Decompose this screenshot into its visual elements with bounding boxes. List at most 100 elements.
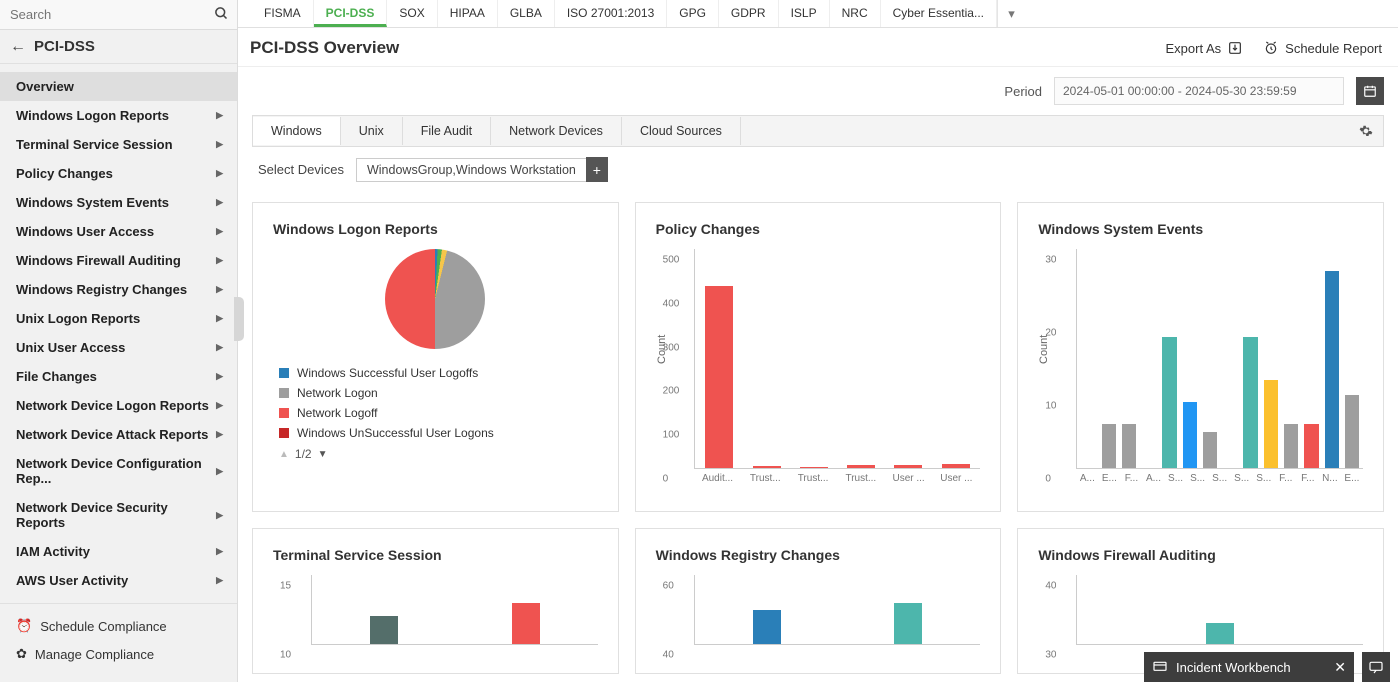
card-title: Terminal Service Session (273, 547, 598, 563)
compliance-tab[interactable]: PCI-DSS (314, 0, 388, 27)
incident-workbench-label: Incident Workbench (1176, 660, 1291, 675)
sidebar-item[interactable]: Policy Changes▶ (0, 159, 237, 188)
compliance-tab[interactable]: NRC (830, 0, 881, 27)
bar (753, 610, 781, 645)
compliance-tabs: FISMAPCI-DSSSOXHIPAAGLBAISO 27001:2013GP… (238, 0, 1398, 28)
sidebar-item-label: File Changes (16, 369, 97, 384)
settings-gear-icon[interactable] (1349, 124, 1383, 138)
compliance-tab[interactable]: ISLP (779, 0, 830, 27)
legend-pager: ▲ 1/2 ▼ (279, 447, 328, 461)
compliance-tab[interactable]: GPG (667, 0, 719, 27)
breadcrumb-title: PCI-DSS (34, 38, 95, 55)
pie-chart (385, 249, 485, 349)
sidebar-nav: Overview Windows Logon Reports▶Terminal S… (0, 64, 237, 603)
sidebar-item[interactable]: Windows Logon Reports▶ (0, 101, 237, 130)
source-tab[interactable]: Network Devices (491, 117, 622, 145)
more-tabs-button[interactable]: ▾ (997, 0, 1025, 27)
sidebar-item-label: Overview (16, 79, 74, 94)
clock-icon: ⏰ (16, 618, 32, 634)
sidebar-item[interactable]: AWS User Activity▶ (0, 566, 237, 595)
device-value[interactable]: WindowsGroup,Windows Workstation (356, 158, 586, 182)
legend-swatch (279, 408, 289, 418)
bar-chart: 1015 (303, 575, 598, 665)
bar (1122, 424, 1136, 468)
chat-button[interactable] (1362, 652, 1390, 682)
period-input[interactable] (1054, 77, 1344, 105)
source-tab[interactable]: Cloud Sources (622, 117, 741, 145)
bar (894, 603, 922, 644)
source-tab[interactable]: Windows (253, 117, 341, 145)
bar (1284, 424, 1298, 468)
sidebar-item[interactable]: IAM Activity▶ (0, 537, 237, 566)
search-icon[interactable] (214, 6, 229, 21)
close-icon[interactable]: ✕ (1334, 659, 1346, 676)
device-selector: WindowsGroup,Windows Workstation + (356, 157, 608, 182)
compliance-tab[interactable]: HIPAA (438, 0, 498, 27)
bar (1345, 395, 1359, 468)
bar (705, 286, 733, 468)
sidebar-item[interactable]: Unix User Access▶ (0, 333, 237, 362)
device-row: Select Devices WindowsGroup,Windows Work… (252, 147, 1384, 188)
pager-down-icon[interactable]: ▼ (318, 449, 328, 460)
sidebar-item[interactable]: Network Device Configuration Rep...▶ (0, 449, 237, 493)
header-actions: Export As Schedule Report (1166, 40, 1382, 56)
incident-workbench-bar[interactable]: Incident Workbench ✕ (1144, 652, 1354, 682)
compliance-tab[interactable]: GDPR (719, 0, 779, 27)
y-tick: 200 (663, 386, 680, 397)
bar (942, 464, 970, 468)
sidebar-item-label: Network Device Logon Reports (16, 398, 209, 413)
sidebar-collapse-handle[interactable] (234, 297, 244, 341)
sidebar-item[interactable]: Windows User Access▶ (0, 217, 237, 246)
card-windows-registry-changes: Windows Registry Changes 4060 (635, 528, 1002, 674)
sidebar-item[interactable]: Windows Firewall Auditing▶ (0, 246, 237, 275)
calendar-button[interactable] (1356, 77, 1384, 105)
legend-item: Network Logoff (279, 403, 494, 423)
sidebar-item[interactable]: Unix Logon Reports▶ (0, 304, 237, 333)
bar (1203, 432, 1217, 468)
compliance-tab[interactable]: SOX (387, 0, 437, 27)
search-input[interactable] (0, 0, 237, 29)
compliance-tab[interactable]: GLBA (498, 0, 555, 27)
bar (1183, 402, 1197, 468)
compliance-tab[interactable]: ISO 27001:2013 (555, 0, 667, 27)
chevron-right-icon: ▶ (216, 197, 223, 208)
bar (1102, 424, 1116, 468)
sidebar-item[interactable]: Terminal Service Session▶ (0, 130, 237, 159)
page-title: PCI-DSS Overview (250, 38, 399, 58)
schedule-report-button[interactable]: Schedule Report (1263, 40, 1382, 56)
y-tick: 40 (663, 650, 674, 661)
x-tick: N... (1319, 473, 1341, 484)
card-windows-system-events: Windows System Events Count0102030A...E.… (1017, 202, 1384, 512)
legend-swatch (279, 428, 289, 438)
chevron-right-icon: ▶ (216, 110, 223, 121)
manage-compliance-link[interactable]: ✿ Manage Compliance (0, 640, 237, 668)
pager-up-icon[interactable]: ▲ (279, 449, 289, 460)
sidebar-item[interactable]: Overview (0, 72, 237, 101)
card-policy-changes: Policy Changes Count0100200300400500Audi… (635, 202, 1002, 512)
sidebar-item[interactable]: Network Device Logon Reports▶ (0, 391, 237, 420)
schedule-compliance-link[interactable]: ⏰ Schedule Compliance (0, 612, 237, 640)
x-tick: S... (1253, 473, 1275, 484)
x-tick: Audit... (699, 473, 737, 484)
y-tick: 500 (663, 255, 680, 266)
sidebar-item[interactable]: Windows System Events▶ (0, 188, 237, 217)
export-as-button[interactable]: Export As (1166, 40, 1244, 56)
source-tab[interactable]: Unix (341, 117, 403, 145)
compliance-tab[interactable]: FISMA (252, 0, 314, 27)
compliance-tab[interactable]: Cyber Essentia... (881, 0, 997, 27)
sidebar-item[interactable]: Network Device Attack Reports▶ (0, 420, 237, 449)
sidebar-item[interactable]: File Changes▶ (0, 362, 237, 391)
back-arrow-icon[interactable]: ← (10, 38, 26, 56)
bar (753, 466, 781, 468)
sidebar-item[interactable]: Network Device Security Reports▶ (0, 493, 237, 537)
sidebar-item[interactable]: Windows Registry Changes▶ (0, 275, 237, 304)
legend-item: Windows UnSuccessful User Logons (279, 423, 494, 443)
x-tick: F... (1275, 473, 1297, 484)
sidebar-item-label: Unix User Access (16, 340, 125, 355)
source-tab[interactable]: File Audit (403, 117, 491, 145)
y-tick: 40 (1045, 581, 1056, 592)
manage-compliance-label: Manage Compliance (35, 647, 154, 662)
add-device-button[interactable]: + (586, 157, 608, 182)
cards-grid: Windows Logon Reports Windows Successful… (238, 188, 1398, 674)
x-tick: A... (1142, 473, 1164, 484)
